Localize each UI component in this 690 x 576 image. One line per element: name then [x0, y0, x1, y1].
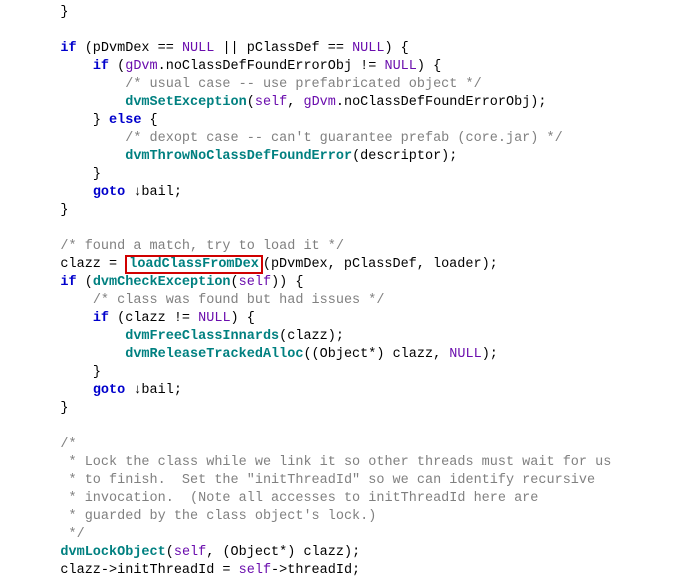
fn-dvmcheck: dvmCheckException [93, 275, 231, 290]
t: ) { [384, 41, 408, 56]
block-comment: * guarded by the class object's lock.) [60, 509, 376, 524]
fn-dvmsetexception: dvmSetException [125, 95, 247, 110]
t: (clazz != [109, 311, 198, 326]
null: NULL [384, 59, 416, 74]
brace: } [60, 5, 68, 20]
block-comment: /* [60, 437, 76, 452]
var-self: self [255, 95, 287, 110]
kw-if: if [93, 311, 109, 326]
t: .noClassDefFoundErrorObj); [336, 95, 547, 110]
code-block: } if (pDvmDex == NULL || pClassDef == NU… [0, 0, 690, 576]
t: ( [77, 275, 93, 290]
highlighted-loadclassfromdex: loadClassFromDex [125, 255, 263, 274]
brace: } [60, 203, 68, 218]
t: } [93, 113, 109, 128]
t: ( [247, 95, 255, 110]
t: ); [482, 347, 498, 362]
brace: } [60, 401, 68, 416]
block-comment: */ [60, 527, 84, 542]
var-self: self [174, 545, 206, 560]
brace: } [93, 365, 101, 380]
t: ->threadId; [271, 563, 360, 576]
comment: /* class was found but had issues */ [93, 293, 385, 308]
t: || pClassDef == [214, 41, 352, 56]
t: ((Object*) clazz, [303, 347, 449, 362]
t: ( [109, 59, 125, 74]
null: NULL [352, 41, 384, 56]
t: (pDvmDex == [77, 41, 182, 56]
block-comment: * invocation. (Note all accesses to init… [60, 491, 538, 506]
var-gdvm: gDvm [125, 59, 157, 74]
t: ( [166, 545, 174, 560]
assign: clazz = [60, 257, 125, 272]
kw-if: if [60, 41, 76, 56]
t: ( [231, 275, 239, 290]
label-bail: ↓bail; [133, 185, 182, 200]
var-self: self [239, 275, 271, 290]
t: .noClassDefFoundErrorObj != [158, 59, 385, 74]
t: (descriptor); [352, 149, 457, 164]
stmt: clazz->initThreadId = [60, 563, 238, 576]
t: (pDvmDex, pClassDef, loader); [263, 257, 498, 272]
fn-dvmfree: dvmFreeClassInnards [125, 329, 279, 344]
null: NULL [449, 347, 481, 362]
comment: /* found a match, try to load it */ [60, 239, 344, 254]
fn-dvmlock: dvmLockObject [60, 545, 165, 560]
block-comment: * Lock the class while we link it so oth… [60, 455, 611, 470]
label-bail: ↓bail; [133, 383, 182, 398]
kw-goto: goto [93, 185, 134, 200]
fn-dvmthrow: dvmThrowNoClassDefFoundError [125, 149, 352, 164]
kw-if: if [93, 59, 109, 74]
null: NULL [182, 41, 214, 56]
kw-if: if [60, 275, 76, 290]
block-comment: * to finish. Set the "initThreadId" so w… [60, 473, 595, 488]
t: ) { [231, 311, 255, 326]
t: ) { [417, 59, 441, 74]
t: , [287, 95, 303, 110]
null: NULL [198, 311, 230, 326]
var-gdvm: gDvm [303, 95, 335, 110]
comment: /* dexopt case -- can't guarantee prefab… [125, 131, 562, 146]
kw-goto: goto [93, 383, 134, 398]
comment: /* usual case -- use prefabricated objec… [125, 77, 481, 92]
t: { [141, 113, 157, 128]
t: , (Object*) clazz); [206, 545, 360, 560]
var-self: self [239, 563, 271, 576]
fn-dvmrelease: dvmReleaseTrackedAlloc [125, 347, 303, 362]
t: (clazz); [279, 329, 344, 344]
brace: } [93, 167, 101, 182]
t: )) { [271, 275, 303, 290]
kw-else: else [109, 113, 141, 128]
